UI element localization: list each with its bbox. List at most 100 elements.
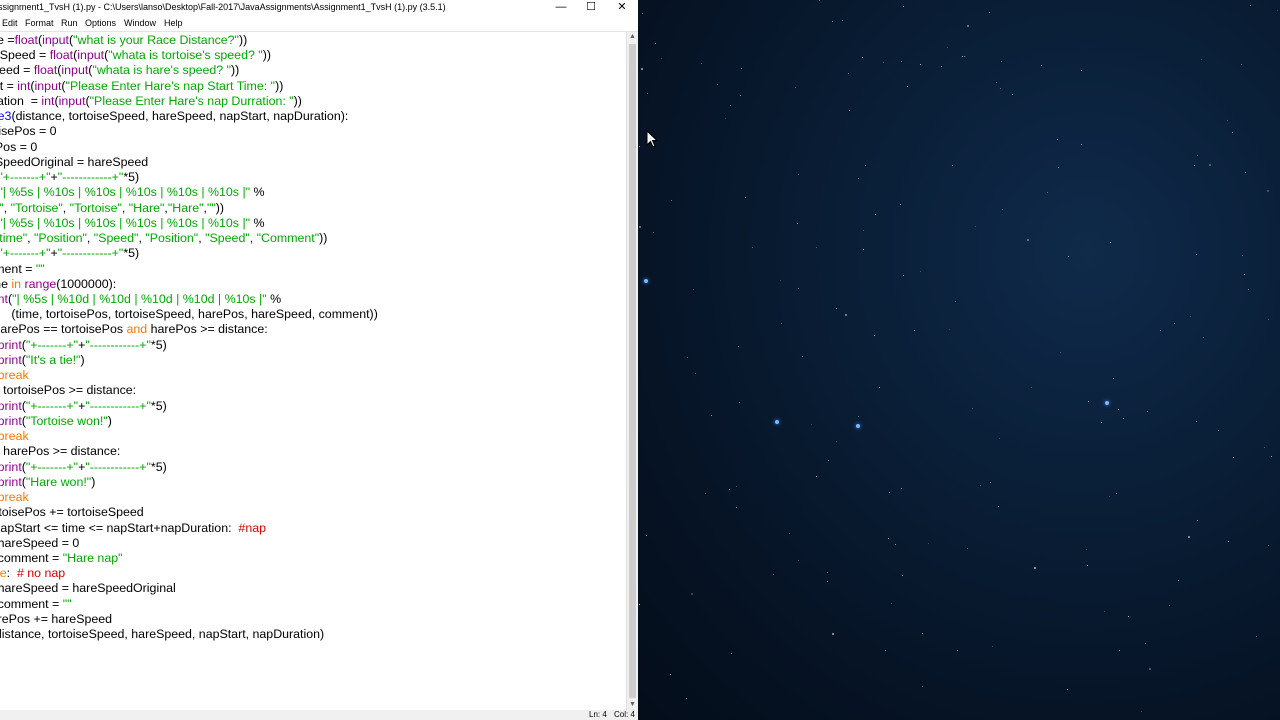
star xyxy=(1128,616,1129,617)
status-line: Ln: 4 xyxy=(589,710,607,719)
star xyxy=(863,249,864,250)
vertical-scrollbar[interactable]: ▲ ▼ xyxy=(626,32,638,710)
star xyxy=(1197,520,1198,521)
star xyxy=(1174,323,1175,324)
scroll-up-icon[interactable]: ▲ xyxy=(627,32,638,42)
code-line: (time, tortoisePos, tortoiseSpeed, hareP… xyxy=(0,307,378,322)
star xyxy=(1088,401,1089,402)
code-line: r time in range(1000000): xyxy=(0,276,117,291)
star xyxy=(875,214,876,215)
star xyxy=(1242,255,1243,256)
star xyxy=(1141,711,1142,712)
star xyxy=(693,289,694,290)
star xyxy=(907,86,908,87)
star xyxy=(999,438,1000,439)
star xyxy=(816,247,817,248)
code-line: comment = "" xyxy=(0,596,72,611)
scrollbar-thumb[interactable] xyxy=(629,44,636,698)
star xyxy=(695,373,696,374)
title-bar[interactable]: ssignment1_TvsH (1).py - C:\Users\lanso\… xyxy=(0,0,638,16)
code-line: print("+-------+"+"------------+"*5) xyxy=(0,398,167,413)
star xyxy=(962,56,963,57)
window-title: ssignment1_TvsH (1).py - C:\Users\lanso\… xyxy=(0,2,446,12)
star xyxy=(717,84,718,85)
code-line: elif tortoisePos >= distance: xyxy=(0,383,137,398)
code-line: break xyxy=(0,368,29,383)
star xyxy=(1104,611,1105,612)
star xyxy=(1116,493,1117,494)
star xyxy=(811,424,812,425)
star xyxy=(903,275,904,276)
star xyxy=(975,226,976,227)
star xyxy=(789,533,790,534)
star xyxy=(902,575,903,576)
star xyxy=(1250,5,1251,6)
maximize-icon[interactable]: ☐ xyxy=(576,0,606,16)
menu-edit[interactable]: Edit xyxy=(2,18,18,28)
code-line: harePos += hareSpeed xyxy=(0,611,113,626)
menu-run[interactable]: Run xyxy=(61,18,78,28)
star xyxy=(862,57,863,58)
star xyxy=(655,43,656,44)
star xyxy=(1041,65,1042,66)
star xyxy=(1086,549,1087,550)
star xyxy=(1203,337,1204,338)
scroll-down-icon[interactable]: ▼ xyxy=(627,700,638,710)
star xyxy=(955,301,956,302)
code-line: e3(distance, tortoiseSpeed, hareSpeed, n… xyxy=(0,627,325,642)
code-line: ortoisePos = 0 xyxy=(0,124,57,139)
star xyxy=(816,476,817,477)
star xyxy=(705,493,706,494)
star xyxy=(653,232,654,233)
code-line: hareSpeed = 0 xyxy=(0,535,80,550)
star xyxy=(836,308,837,309)
code-line: hareSpeed = hareSpeedOriginal xyxy=(0,581,176,596)
code-line: break xyxy=(0,429,29,444)
star xyxy=(1241,64,1242,65)
menu-help[interactable]: Help xyxy=(164,18,183,28)
star xyxy=(1058,167,1059,168)
star xyxy=(990,482,991,483)
code-editor[interactable]: ance =float(input("what is your Race Dis… xyxy=(0,32,625,710)
menu-format[interactable]: Format xyxy=(25,18,54,28)
menu-bar: Edit Format Run Options Window Help xyxy=(0,16,638,32)
star xyxy=(752,247,753,248)
code-line: break xyxy=(0,490,29,505)
star xyxy=(1101,422,1102,423)
star xyxy=(1268,545,1269,546)
star xyxy=(863,230,864,231)
star xyxy=(949,329,950,330)
star xyxy=(967,25,969,27)
star xyxy=(798,288,799,289)
close-icon[interactable]: ✕ xyxy=(607,0,637,16)
code-text[interactable]: ance =float(input("what is your Race Dis… xyxy=(0,33,378,642)
star xyxy=(1197,155,1198,156)
star xyxy=(797,223,798,224)
star xyxy=(836,441,837,442)
code-line: if napStart <= time <= napStart+napDurat… xyxy=(0,520,266,535)
star xyxy=(1147,411,1148,412)
star xyxy=(858,416,859,417)
star xyxy=(957,650,958,651)
star xyxy=(1196,421,1197,422)
star xyxy=(980,485,981,486)
star xyxy=(1002,209,1003,210)
star xyxy=(736,486,737,487)
menu-options[interactable]: Options xyxy=(85,18,116,28)
star xyxy=(928,543,929,544)
star xyxy=(903,6,904,7)
star xyxy=(1227,120,1228,121)
star xyxy=(901,488,902,489)
star xyxy=(920,64,921,65)
menu-window[interactable]: Window xyxy=(124,18,156,28)
code-line: ance =float(input("what is your Race Dis… xyxy=(0,33,248,47)
star xyxy=(1068,256,1069,257)
star xyxy=(725,118,726,119)
star xyxy=(1194,165,1195,166)
star xyxy=(687,357,688,358)
star xyxy=(671,200,672,201)
star xyxy=(795,87,796,88)
minimize-icon[interactable]: — xyxy=(546,0,576,16)
star xyxy=(738,346,739,347)
star xyxy=(639,604,640,605)
